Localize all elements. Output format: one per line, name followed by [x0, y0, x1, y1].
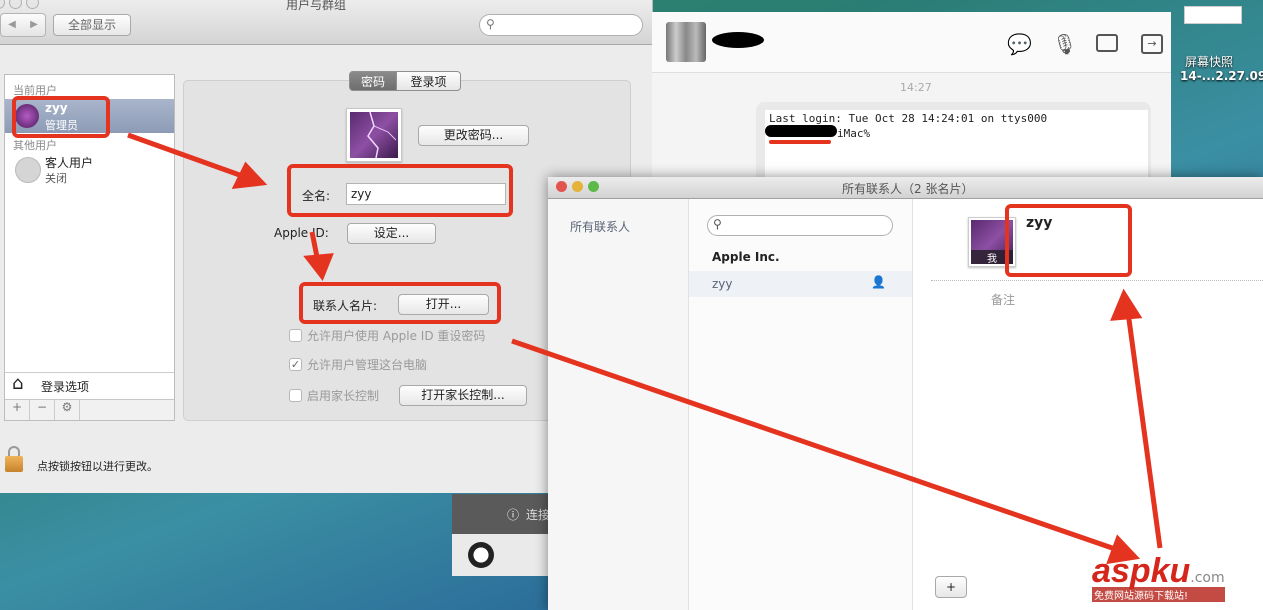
open-parental-controls-button[interactable]: 打开家长控制... — [399, 385, 527, 406]
watermark-brand: aspku — [1092, 552, 1191, 590]
chat-window: 💬 🎙 → 14:27 Last login: Tue Oct 28 14:24… — [652, 12, 1171, 202]
notification-bar: ⓘ 连接 — [452, 494, 552, 534]
lock-icon[interactable] — [5, 446, 23, 472]
add-chat-icon[interactable]: 💬 — [1007, 32, 1032, 56]
me-person-icon: 👤 — [871, 275, 886, 289]
checkbox-parental[interactable]: 启用家长控制 — [289, 387, 379, 404]
guest-status: 关闭 — [45, 172, 67, 185]
checkbox-box[interactable] — [289, 329, 302, 342]
annotation-box-card — [1005, 204, 1132, 277]
window-controls[interactable] — [0, 0, 43, 12]
login-options-item[interactable]: ⌂ 登录选项 — [5, 372, 174, 399]
redacted-hostname — [765, 125, 837, 137]
watermark-suffix: .com — [1190, 570, 1225, 586]
checkbox-label: 允许用户使用 Apple ID 重设密码 — [307, 329, 486, 343]
note-label[interactable]: 备注 — [991, 291, 1015, 308]
annotation-box-contact — [299, 282, 501, 324]
other-users-header: 其他用户 — [13, 139, 57, 152]
contacts-window: 所有联系人（2 张名片） 所有联系人 ⚲ Apple Inc. zyy 👤 我 … — [548, 177, 1263, 610]
forward-icon[interactable]: ▶ — [23, 14, 45, 36]
contacts-list-column: ⚲ Apple Inc. zyy 👤 — [689, 199, 913, 610]
checkbox-label: 允许用户管理这台电脑 — [307, 358, 428, 372]
notification-text: 连接 — [526, 508, 551, 522]
add-user-button[interactable]: + — [5, 400, 30, 420]
user-picture[interactable] — [346, 108, 402, 162]
group-all-contacts[interactable]: 所有联系人 — [570, 218, 630, 235]
checkbox-reset-password[interactable]: 允许用户使用 Apple ID 重设密码 — [289, 327, 485, 344]
microphone-icon[interactable]: 🎙 — [1052, 32, 1077, 56]
contact-item-apple[interactable]: Apple Inc. — [712, 250, 780, 264]
change-password-button[interactable]: 更改密码... — [418, 125, 529, 146]
desktop-file-name[interactable]: 屏幕快照 — [1185, 53, 1233, 70]
watermark-tagline: 免费网站源码下载站! — [1092, 587, 1225, 602]
contact-card: 我 zyy 备注 + — [913, 199, 1263, 610]
contact-item-zyy[interactable]: zyy 👤 — [689, 271, 912, 297]
gear-icon[interactable]: ⚙ — [55, 400, 80, 420]
add-contact-button[interactable]: + — [935, 576, 967, 598]
search-icon: ⚲ — [486, 17, 495, 31]
tab-login-items[interactable]: 登录项 — [397, 71, 461, 91]
contact-name: zyy — [712, 277, 733, 291]
user-item-guest[interactable]: 客人用户 关闭 — [5, 153, 174, 187]
minimize-button[interactable] — [572, 181, 583, 192]
back-icon[interactable]: ◀ — [1, 14, 23, 36]
house-icon: ⌂ — [12, 373, 24, 394]
desktop-file-date[interactable]: 14-...2.27.09 — [1180, 69, 1263, 83]
zoom-button[interactable] — [588, 181, 599, 192]
annotation-box-fullname — [287, 164, 513, 217]
chat-header: 💬 🎙 → — [652, 12, 1171, 73]
guest-name: 客人用户 — [45, 156, 94, 170]
checkbox-box[interactable] — [289, 389, 302, 402]
remove-user-button[interactable]: − — [30, 400, 55, 420]
contacts-search-input[interactable]: ⚲ — [707, 215, 893, 236]
video-icon[interactable] — [1096, 34, 1118, 52]
lock-message: 点按锁按钮以进行更改。 — [37, 460, 158, 473]
desktop-file-thumbnail[interactable] — [1184, 6, 1242, 24]
lightning-bolt-icon — [367, 111, 397, 159]
tab-password[interactable]: 密码 — [349, 71, 397, 91]
share-icon[interactable]: → — [1141, 34, 1163, 54]
apple-id-label: Apple ID: — [274, 226, 329, 240]
close-button[interactable] — [556, 181, 567, 192]
groups-column: 所有联系人 — [548, 199, 689, 610]
window-title: 用户与群组 — [286, 0, 347, 12]
divider — [931, 280, 1263, 281]
lightning-image — [350, 111, 398, 159]
contact-avatar — [666, 22, 706, 62]
chat-timestamp: 14:27 — [900, 81, 932, 94]
annotation-underline — [769, 140, 831, 144]
search-input[interactable]: ⚲ — [479, 14, 643, 36]
title-bar: 用户与群组 ◀ ▶ 全部显示 ⚲ — [0, 0, 652, 45]
avatar — [468, 542, 494, 568]
redacted-name — [712, 32, 764, 48]
login-options-label: 登录选项 — [41, 380, 90, 394]
window-controls[interactable] — [556, 181, 604, 195]
info-icon: ⓘ — [507, 508, 520, 522]
list-toolbar: + − ⚙ — [5, 399, 174, 420]
watermark: aspku.com 免费网站源码下载站! — [1092, 552, 1225, 602]
nav-back-forward[interactable]: ◀ ▶ — [0, 13, 46, 37]
annotation-box-user — [12, 96, 110, 138]
title-bar: 所有联系人（2 张名片） — [548, 177, 1263, 199]
checkmark-icon[interactable]: ✓ — [289, 358, 302, 371]
checkbox-label: 启用家长控制 — [307, 389, 380, 403]
window-title: 所有联系人（2 张名片） — [842, 182, 974, 196]
show-all-button[interactable]: 全部显示 — [53, 14, 131, 36]
search-icon: ⚲ — [713, 217, 722, 231]
set-apple-id-button[interactable]: 设定... — [347, 223, 436, 244]
guest-avatar-icon — [15, 157, 41, 183]
checkbox-admin[interactable]: ✓ 允许用户管理这台电脑 — [289, 356, 427, 373]
notification-panel: ⓘ 连接 — [452, 494, 552, 576]
